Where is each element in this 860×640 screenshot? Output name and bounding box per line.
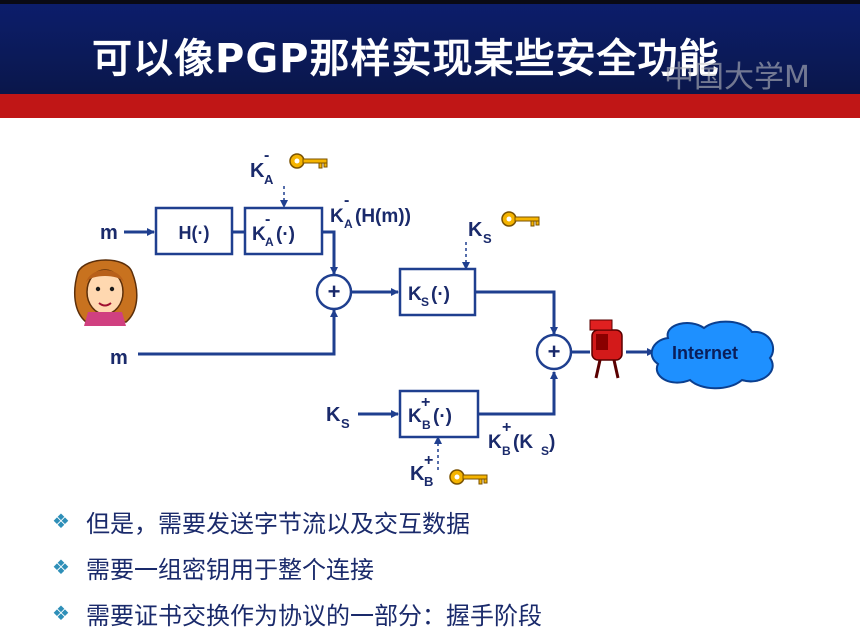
ka-box-tail: (·) — [276, 224, 295, 245]
bullet-text: 但是，需要发送字节流以及交互数据 — [86, 509, 470, 538]
kb-out-sub: B — [502, 444, 511, 458]
ks-key-sub: S — [483, 231, 492, 246]
internet-label: Internet — [672, 343, 738, 363]
ka-out-k: K — [330, 206, 344, 227]
pgp-diagram: H(·) K A - (·) K S (·) K B + (·) + + m m… — [73, 147, 775, 489]
ka-key-sup: - — [264, 147, 269, 164]
ka-box-sub: A — [265, 235, 274, 249]
list-item: ❖ 但是，需要发送字节流以及交互数据 — [52, 498, 842, 544]
kb-out-tail-sub: S — [541, 444, 549, 458]
m-to-plus1-arrow — [138, 309, 338, 356]
plus-sign-1: + — [328, 279, 341, 304]
kb-out-k: K — [488, 432, 502, 453]
ka-out-tail: (H(m)) — [355, 206, 411, 227]
watermark: 中国大学M — [664, 60, 810, 95]
kb-key-sup: + — [424, 452, 433, 469]
list-item: ❖ 需要一组密钥用于整个连接 — [52, 544, 842, 590]
bullet-text: 需要一组密钥用于整个连接 — [86, 555, 374, 584]
ka-to-plus1-arrow — [322, 230, 338, 275]
kb-out-tail: (K — [513, 432, 533, 453]
kb-key-k: K — [410, 463, 425, 485]
ks-box-tail: (·) — [431, 284, 450, 305]
ks-to-plus2-arrow — [475, 290, 558, 335]
key-icon — [289, 153, 328, 169]
mailbox-icon — [589, 319, 623, 379]
bullet-list: ❖ 但是，需要发送字节流以及交互数据 ❖ 需要一组密钥用于整个连接 ❖ 需要证书… — [52, 498, 842, 636]
kb-to-plus2-arrow — [478, 371, 558, 416]
accent-stripe — [0, 94, 860, 118]
kb-box-k: K — [408, 406, 422, 427]
ks-box-sub: S — [421, 295, 429, 309]
ka-key-sub: A — [264, 172, 274, 187]
slide-title: 可以像PGP那样实现某些安全功能 — [92, 36, 720, 82]
kb-box-sup: + — [421, 394, 430, 411]
ka-key-k: K — [250, 160, 265, 182]
kb-box-tail: (·) — [433, 406, 452, 427]
kb-key-sub: B — [424, 474, 433, 489]
kb-box-sub: B — [422, 418, 431, 432]
hash-label: H(·) — [179, 223, 210, 243]
kb-out-sup: + — [502, 419, 511, 436]
alice-avatar-icon — [73, 259, 138, 326]
ka-out-sub: A — [344, 217, 353, 231]
key-icon — [501, 211, 540, 227]
diamond-bullet-icon: ❖ — [52, 555, 70, 579]
ka-out-sup: - — [344, 192, 349, 209]
m-bottom-label: m — [110, 347, 128, 369]
plus-sign-2: + — [548, 339, 561, 364]
bullet-text: 需要证书交换作为协议的一部分：握手阶段 — [86, 601, 542, 630]
title-bar: 可以像PGP那样实现某些安全功能 中国大学M — [0, 4, 860, 95]
ks-box-k: K — [408, 284, 422, 305]
ka-box-sup: - — [265, 211, 270, 228]
list-item: ❖ 需要证书交换作为协议的一部分：握手阶段 — [52, 590, 842, 636]
ks-input-k: K — [326, 404, 341, 426]
diamond-bullet-icon: ❖ — [52, 509, 70, 533]
kb-out-tail-end: ) — [549, 432, 555, 453]
diamond-bullet-icon: ❖ — [52, 601, 70, 625]
ka-box-k: K — [252, 224, 266, 245]
key-icon — [449, 469, 488, 485]
ks-input-sub: S — [341, 416, 350, 431]
ks-key-k: K — [468, 219, 483, 241]
m-top-label: m — [100, 222, 118, 244]
